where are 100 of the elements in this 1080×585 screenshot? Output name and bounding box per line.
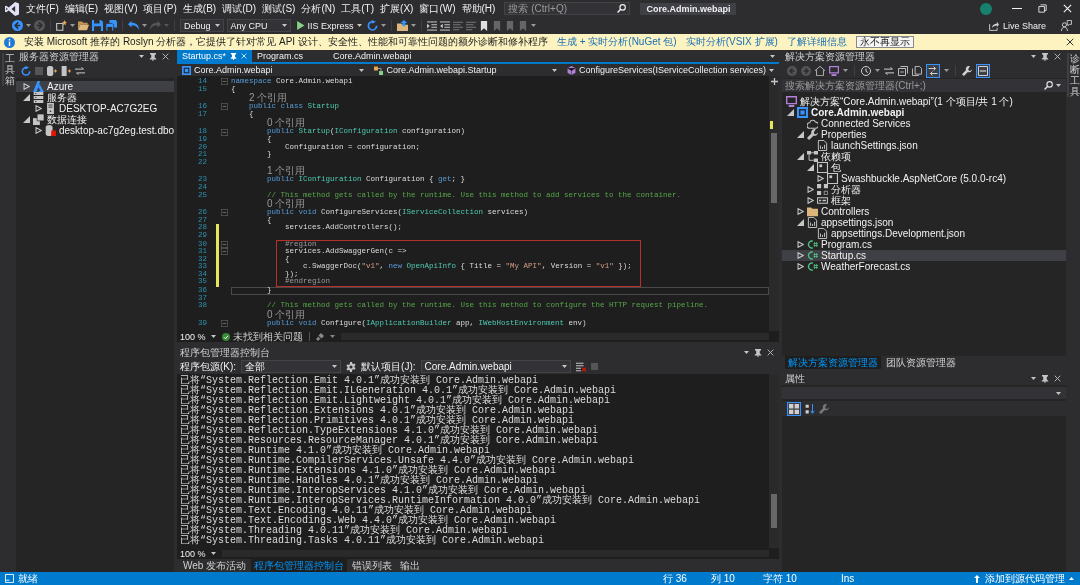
new-item-icon[interactable] [56,20,67,31]
issues-status[interactable]: 未找到相关问题 [221,329,303,344]
collapsed-arrow-icon[interactable] [34,105,42,112]
member-dropdown[interactable]: ConfigureServices(IServiceCollection services) [563,64,777,76]
tree-item[interactable]: Startup.cs [782,250,1066,261]
platform-dropdown[interactable]: Any CPU [226,19,291,32]
pin-icon[interactable] [149,52,157,61]
info-link[interactable]: 实时分析(VSIX 扩展) [685,35,778,49]
caret-icon[interactable] [329,335,335,338]
tree-item[interactable]: Azure [16,81,174,92]
search-field[interactable]: 搜索解决方案资源管理器(Ctrl+;) [782,79,1066,92]
scrollbar-thumb[interactable] [771,494,777,528]
back-arrow-icon[interactable] [12,20,23,31]
panel-tab[interactable]: 程序包管理器控制台 [251,559,348,572]
collapsed-arrow-icon[interactable] [806,186,814,193]
list-clear-icon[interactable] [575,361,586,372]
tree-item[interactable]: Connected Services [782,118,1066,129]
menu-item[interactable]: 生成(B) [179,1,220,16]
sync-arrows-icon[interactable] [75,65,85,76]
editor-tab[interactable]: Program.cs [252,50,309,62]
expanded-arrow-icon[interactable] [796,219,804,226]
panel-tab[interactable]: Web 发布活动 [180,559,250,572]
collapsed-arrow-icon[interactable] [806,197,814,204]
source-dropdown[interactable]: 全部 [241,360,342,373]
menu-item[interactable]: 窗口(W) [416,1,459,16]
folder-arrow-icon[interactable] [396,20,408,31]
home-icon[interactable] [815,65,825,76]
clock-icon[interactable] [861,65,871,76]
track-active-toggle[interactable] [926,63,940,78]
tree-item[interactable]: Controllers [782,206,1066,217]
panel-tab[interactable]: 团队资源管理器 [883,356,959,369]
configuration-dropdown[interactable]: Debug [180,19,224,32]
reference-count-link[interactable]: 2 个引用 [249,93,288,104]
menu-item[interactable]: 扩展(X) [377,1,417,16]
expanded-arrow-icon[interactable] [806,164,814,171]
type-dropdown[interactable]: Core.Admin.webapi.Startup [371,64,560,76]
collapse-box-icon[interactable] [221,78,228,86]
caret-icon[interactable] [410,24,416,27]
scrollbar-thumb[interactable] [771,133,777,203]
reference-count-link[interactable]: 0 个引用 [267,309,306,320]
zoom-dropdown[interactable]: 100 % [180,331,216,342]
collapsed-arrow-icon[interactable] [796,208,804,215]
brush-icon[interactable] [315,332,324,341]
expanded-arrow-icon[interactable] [786,109,794,116]
tree-item[interactable]: WeatherForecast.cs [782,261,1066,272]
pin-icon[interactable] [230,52,238,60]
collapse-box-icon[interactable] [221,128,228,136]
pin-icon[interactable] [1041,52,1049,61]
pin-icon[interactable] [754,348,762,357]
tree-item[interactable]: Core.Admin.webapi [782,107,1066,118]
close-icon[interactable] [1066,38,1074,46]
menu-item[interactable]: 分析(N) [298,1,339,16]
info-link[interactable]: 生成 + 实时分析(NuGet 包) [556,35,677,49]
search-field[interactable]: 搜索 (Ctrl+Q) [504,2,631,15]
collapsed-arrow-icon[interactable] [796,241,804,248]
save-all-icon[interactable] [106,20,117,31]
caret-icon[interactable] [770,54,775,58]
panel-tab[interactable]: 输出 [397,559,424,572]
bookmark-icon[interactable] [478,20,489,31]
caret-icon[interactable] [142,24,147,27]
tree-item[interactable]: 数据连接 [16,114,174,125]
menu-item[interactable]: 视图(V) [101,1,141,16]
source-control-button[interactable]: 添加到源代码管理 [973,571,1074,585]
expanded-arrow-icon[interactable] [22,116,30,123]
reference-count-link[interactable]: 1 个引用 [267,166,306,177]
caret-icon[interactable] [1031,55,1036,58]
menu-item[interactable]: 工具(T) [338,1,378,16]
panel-tab[interactable]: 解决方案资源管理器 [785,356,881,369]
collapse-box-icon[interactable] [221,103,228,111]
gear-icon[interactable] [346,361,357,372]
zoom-dropdown[interactable]: 100 % [180,548,216,559]
editor-tab[interactable]: Startup.cs* [177,50,253,62]
outdent-icon[interactable] [439,20,450,31]
stacked-squares-icon[interactable] [898,65,908,76]
vertical-scrollbar[interactable] [769,374,779,548]
preview-toggle[interactable] [976,63,990,78]
live-share-button[interactable]: Live Share [988,20,1046,31]
tree-item[interactable]: Program.cs [782,239,1066,250]
undo-icon[interactable] [128,20,139,31]
pin-icon[interactable] [1041,374,1049,383]
menu-item[interactable]: 调试(D) [219,1,260,16]
tree-item[interactable]: Swashbuckle.AspNetCore (5.0.0-rc4) [782,173,1066,184]
run-button[interactable]: IIS Express [295,20,362,31]
collapse-box-icon[interactable] [221,209,228,217]
collapse-box-icon[interactable] [221,248,228,256]
avatar-icon[interactable] [980,2,992,15]
restore-icon[interactable] [1038,4,1047,13]
collapsed-arrow-icon[interactable] [816,175,824,182]
caret-icon[interactable] [26,24,31,27]
documents-icon[interactable] [912,65,922,76]
caret-icon[interactable] [1031,377,1036,380]
vertical-scrollbar[interactable] [769,76,779,331]
tree-item[interactable]: 包 [782,162,1066,173]
tree-item[interactable]: 服务器 [16,92,174,103]
diagnostics-tab[interactable]: 诊断工具 [1066,53,1080,97]
collapsed-arrow-icon[interactable] [796,263,804,270]
tree-item[interactable]: DESKTOP-AC7G2EG [16,103,174,114]
editor-tab[interactable]: Core.Admin.webapi [328,50,417,62]
project-dropdown[interactable]: Core.Admin.webapi [179,64,368,76]
collapsed-arrow-icon[interactable] [796,252,804,259]
